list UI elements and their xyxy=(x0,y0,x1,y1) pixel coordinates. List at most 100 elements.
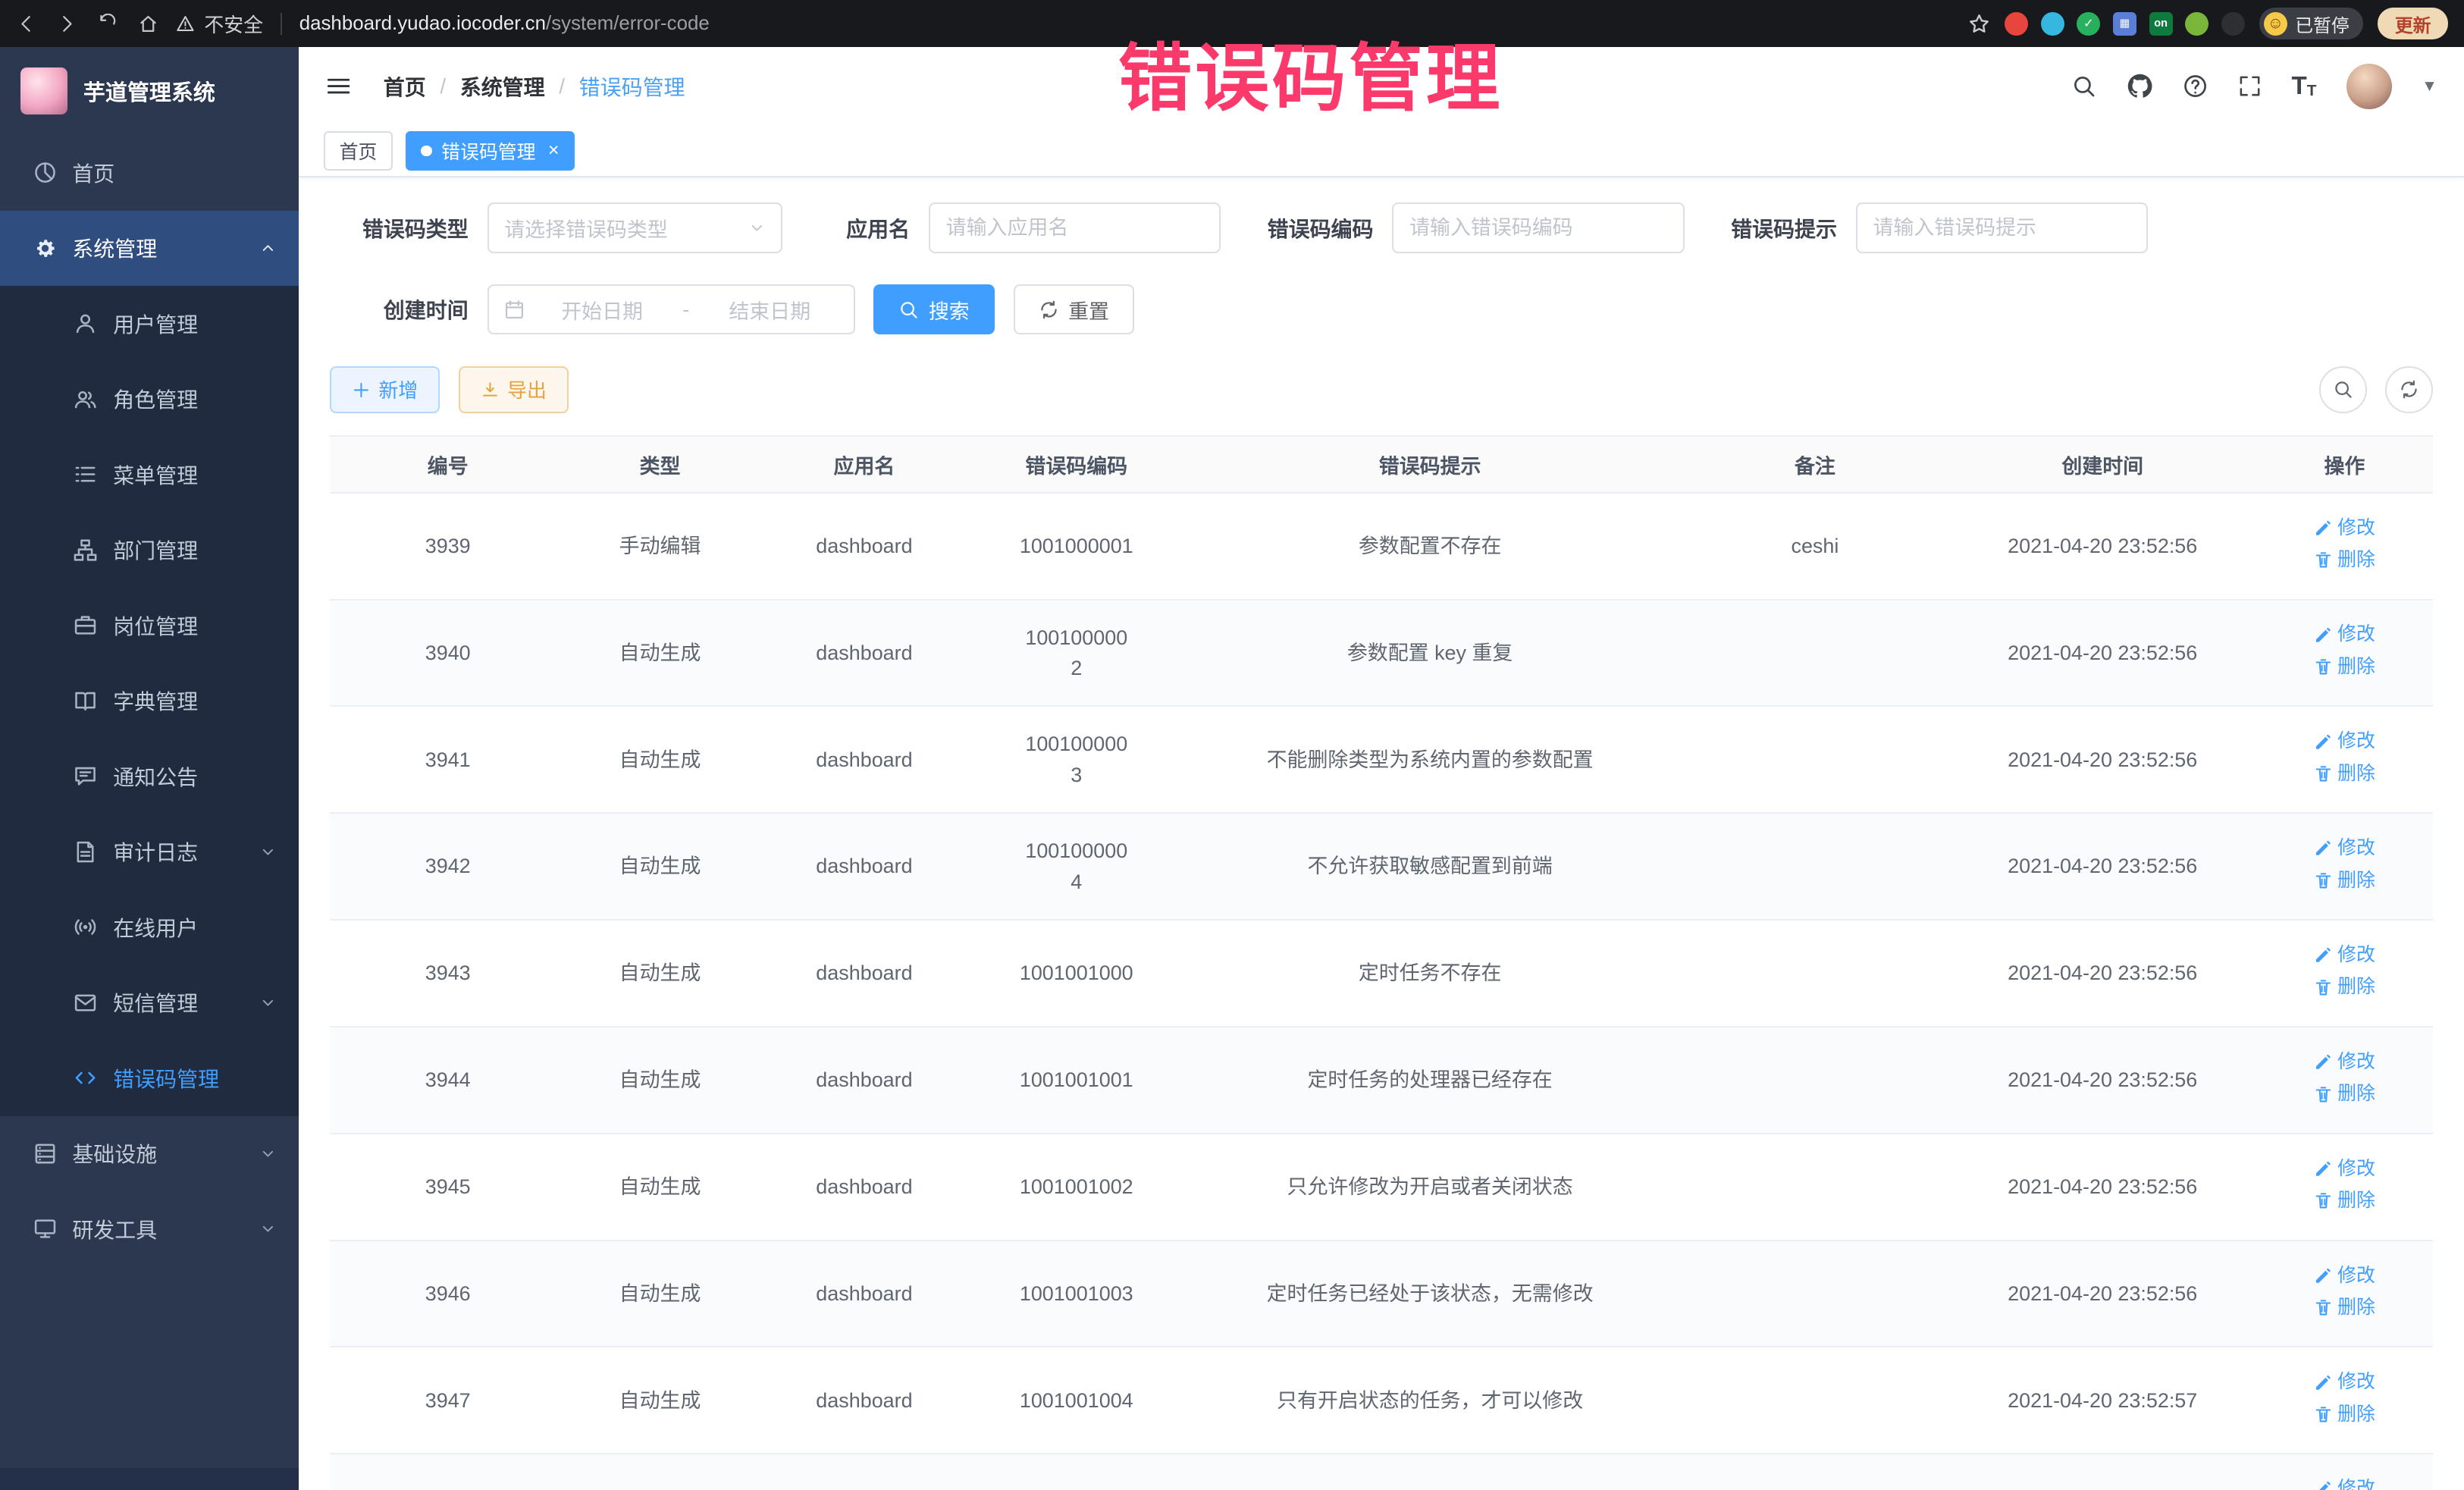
menu-fold-icon[interactable] xyxy=(325,73,352,99)
error-type-select[interactable]: 请选择错误码类型 xyxy=(487,202,783,253)
cell-hint: 参数配置不存在 xyxy=(1178,493,1681,600)
sidebar-item-system[interactable]: 系统管理 xyxy=(0,211,299,286)
filter-hint-label: 错误码提示 xyxy=(1727,213,1856,243)
edit-link[interactable]: 修改 xyxy=(2314,620,2375,648)
cell-remark xyxy=(1682,1454,1948,1490)
refresh-table-button[interactable] xyxy=(2385,366,2432,413)
tags-view-bar: 首页错误码管理× xyxy=(299,126,2464,177)
extension-cyan[interactable] xyxy=(2041,12,2064,36)
edit-link[interactable]: 修改 xyxy=(2314,1048,2375,1076)
search-button[interactable]: 搜索 xyxy=(873,284,994,334)
sidebar-item-infra[interactable]: 基础设施 xyxy=(0,1116,299,1191)
edit-link-label: 修改 xyxy=(2337,1475,2375,1490)
breadcrumb-home[interactable]: 首页 xyxy=(384,71,426,102)
reset-button[interactable]: 重置 xyxy=(1014,284,1134,334)
browser-home-icon[interactable] xyxy=(138,14,158,34)
delete-link[interactable]: 删除 xyxy=(2314,546,2375,574)
export-button[interactable]: 导出 xyxy=(459,366,569,413)
header-search-icon[interactable] xyxy=(2071,74,2096,99)
sidebar-item-label: 角色管理 xyxy=(113,384,198,414)
table-row: 3946自动生成dashboard1001001003定时任务已经处于该状态，无… xyxy=(330,1241,2432,1347)
profile-paused-badge[interactable]: ☺ 已暂停 xyxy=(2259,8,2364,39)
sidebar-item-dept[interactable]: 部门管理 xyxy=(0,513,299,588)
extension-leaf[interactable] xyxy=(2185,12,2209,36)
extension-red[interactable] xyxy=(2005,12,2028,36)
cell-remark: ceshi xyxy=(1682,493,1948,600)
app-name-input[interactable] xyxy=(946,216,1204,240)
error-hint-input[interactable] xyxy=(1873,216,2131,240)
browser-update-button[interactable]: 更新 xyxy=(2378,8,2448,39)
edit-link[interactable]: 修改 xyxy=(2314,1475,2375,1490)
edit-icon xyxy=(2314,519,2333,538)
fullscreen-icon[interactable] xyxy=(2238,74,2262,98)
font-size-icon[interactable]: TT xyxy=(2291,74,2316,99)
cell-hint: 定时任务已经处于该状态，无需修改 xyxy=(1178,1241,1681,1347)
browser-back-icon[interactable] xyxy=(16,14,36,34)
delete-link[interactable]: 删除 xyxy=(2314,1187,2375,1215)
tag-label: 首页 xyxy=(340,137,378,165)
extension-paw[interactable] xyxy=(2221,12,2245,36)
github-icon[interactable] xyxy=(2127,73,2153,99)
breadcrumb-system[interactable]: 系统管理 xyxy=(460,71,545,102)
browser-forward-icon[interactable] xyxy=(57,14,77,34)
edit-link[interactable]: 修改 xyxy=(2314,1368,2375,1396)
sidebar-item-audit[interactable]: 审计日志 xyxy=(0,814,299,889)
tag-active-dot xyxy=(421,146,432,157)
edit-link[interactable]: 修改 xyxy=(2314,1262,2375,1290)
date-end-input[interactable]: 结束日期 xyxy=(702,295,838,325)
sidebar-item-errcode[interactable]: 错误码管理 xyxy=(0,1040,299,1115)
sidebar-item-home[interactable]: 首页 xyxy=(0,135,299,210)
date-range-picker[interactable]: 开始日期 - 结束日期 xyxy=(487,284,855,334)
extension-on[interactable]: on xyxy=(2149,12,2173,36)
delete-link[interactable]: 删除 xyxy=(2314,973,2375,1001)
extension-green-check[interactable]: ✓ xyxy=(2077,12,2100,36)
cell-time: 2021-04-20 23:52:56 xyxy=(1948,1241,2256,1347)
address-bar[interactable]: dashboard.yudao.iocoder.cn /system/error… xyxy=(299,13,710,35)
column-header: 类型 xyxy=(566,436,754,493)
delete-link[interactable]: 删除 xyxy=(2314,760,2375,788)
security-indicator[interactable]: 不安全 xyxy=(176,10,263,38)
avatar-caret-down-icon[interactable]: ▼ xyxy=(2422,77,2437,96)
delete-link[interactable]: 删除 xyxy=(2314,867,2375,895)
help-icon[interactable] xyxy=(2183,74,2208,99)
tag-close-icon[interactable]: × xyxy=(548,140,560,162)
date-start-input[interactable]: 开始日期 xyxy=(534,295,670,325)
delete-link[interactable]: 删除 xyxy=(2314,1401,2375,1429)
toggle-search-button[interactable] xyxy=(2319,366,2366,413)
sidebar-item-devtool[interactable]: 研发工具 xyxy=(0,1191,299,1266)
tag-home[interactable]: 首页 xyxy=(324,131,393,171)
sidebar-item-user[interactable]: 用户管理 xyxy=(0,286,299,361)
sidebar-item-post[interactable]: 岗位管理 xyxy=(0,588,299,663)
extension-icons: ✓ ▦ on xyxy=(2005,12,2245,36)
delete-link-label: 删除 xyxy=(2337,760,2375,788)
user-avatar[interactable] xyxy=(2346,64,2392,109)
cell-time: 2021-04-20 23:52:56 xyxy=(1948,1134,2256,1241)
browser-reload-icon[interactable] xyxy=(97,14,118,34)
sidebar-item-online[interactable]: 在线用户 xyxy=(0,889,299,965)
cell-time: 2021-04-20 23:52:57 xyxy=(1948,1454,2256,1490)
extension-grid[interactable]: ▦ xyxy=(2113,12,2136,36)
delete-link[interactable]: 删除 xyxy=(2314,1294,2375,1322)
sidebar-item-dict[interactable]: 字典管理 xyxy=(0,663,299,739)
bookmark-star-icon[interactable] xyxy=(1968,13,1990,35)
edit-link[interactable]: 修改 xyxy=(2314,727,2375,755)
app-logo[interactable]: 芋道管理系统 xyxy=(0,47,299,135)
sidebar-item-menu[interactable]: 菜单管理 xyxy=(0,437,299,512)
sidebar-item-role[interactable]: 角色管理 xyxy=(0,362,299,437)
edit-icon xyxy=(2314,1373,2333,1392)
delete-link[interactable]: 删除 xyxy=(2314,653,2375,681)
sidebar-item-notice[interactable]: 通知公告 xyxy=(0,739,299,814)
tag-error-code[interactable]: 错误码管理× xyxy=(406,131,575,171)
cell-time: 2021-04-20 23:52:56 xyxy=(1948,493,2256,600)
error-code-input[interactable] xyxy=(1409,216,1667,240)
sidebar-item-label: 岗位管理 xyxy=(113,610,198,641)
cell-hint: 不能删除类型为系统内置的参数配置 xyxy=(1178,706,1681,813)
edit-link[interactable]: 修改 xyxy=(2314,941,2375,969)
edit-link[interactable]: 修改 xyxy=(2314,514,2375,542)
add-button[interactable]: 新增 xyxy=(330,366,440,413)
delete-link[interactable]: 删除 xyxy=(2314,1080,2375,1108)
filter-code-label: 错误码编码 xyxy=(1263,213,1392,243)
sidebar-item-sms[interactable]: 短信管理 xyxy=(0,965,299,1040)
edit-link[interactable]: 修改 xyxy=(2314,1155,2375,1183)
edit-link[interactable]: 修改 xyxy=(2314,834,2375,862)
